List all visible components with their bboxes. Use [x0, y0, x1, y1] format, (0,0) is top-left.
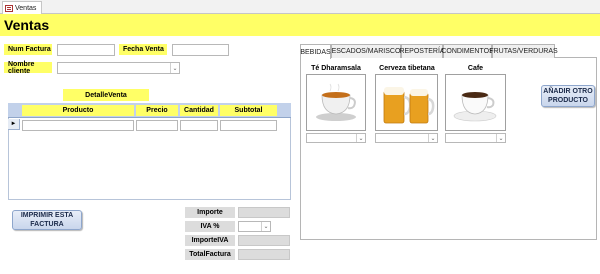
chevron-down-icon[interactable]: ⌄	[170, 63, 179, 73]
nombre-cliente-label: Nombre cliente	[4, 61, 52, 75]
nombre-cliente-combo[interactable]: ⌄	[57, 62, 180, 74]
detalle-venta-title: DetalleVenta	[63, 89, 149, 101]
product-name-te-dharamsala: Té Dharamsala	[311, 65, 361, 72]
total-factura-label: TotalFactura	[185, 249, 235, 260]
add-product-button[interactable]: AÑADIR OTRO PRODUCTO	[541, 85, 595, 107]
tab-reposteria[interactable]: REPOSTERÍA	[399, 44, 445, 58]
tab-frutas-verduras[interactable]: FRUTAS/VERDURAS	[489, 44, 558, 58]
importe-iva-value	[238, 235, 290, 246]
tea-cup-icon	[316, 83, 356, 121]
record-selector[interactable]: ►	[8, 119, 20, 130]
product-qty-combo-te-dharamsala[interactable]: ⌄	[306, 133, 366, 143]
document-tab-label: Ventas	[15, 4, 37, 12]
row-cantidad-cell[interactable]	[180, 120, 218, 131]
tab-pescados-mariscos[interactable]: PESCADOS/MARISCOS	[327, 44, 405, 58]
row-precio-cell[interactable]	[136, 120, 178, 131]
iva-label: IVA %	[185, 221, 235, 232]
chevron-down-icon[interactable]: ⌄	[496, 134, 505, 142]
product-image-te-dharamsala[interactable]	[306, 74, 366, 131]
print-invoice-button[interactable]: IMPRIMIR ESTA FACTURA	[12, 210, 82, 230]
num-factura-label: Num Factura	[4, 44, 52, 55]
fecha-venta-label: Fecha Venta	[119, 44, 167, 55]
coffee-cup-icon	[453, 91, 496, 121]
form-icon	[5, 4, 13, 12]
column-header-producto: Producto	[22, 105, 134, 116]
form-header	[0, 14, 600, 36]
chevron-down-icon[interactable]: ⌄	[428, 134, 437, 142]
product-name-cerveza-tibetana: Cerveza tibetana	[379, 65, 435, 72]
chevron-down-icon[interactable]: ⌄	[261, 222, 270, 231]
product-qty-combo-cerveza-tibetana[interactable]: ⌄	[375, 133, 438, 143]
importe-iva-label: ImporteIVA	[185, 235, 235, 246]
row-producto-cell[interactable]	[22, 120, 134, 131]
product-name-cafe: Cafe	[467, 65, 484, 72]
num-factura-field[interactable]	[57, 44, 115, 56]
document-tab-bar	[0, 0, 600, 14]
column-header-subtotal: Subtotal	[220, 105, 277, 116]
beer-mugs-icon	[383, 86, 434, 123]
column-header-precio: Precio	[136, 105, 178, 116]
page-title: Ventas	[4, 17, 50, 33]
importe-value	[238, 207, 290, 218]
tab-condimentos[interactable]: CONDIMENTOS	[441, 44, 494, 58]
record-selector-arrow: ►	[10, 121, 17, 127]
product-qty-combo-cafe[interactable]: ⌄	[445, 133, 506, 143]
importe-label: Importe	[185, 207, 235, 218]
iva-combo[interactable]: ⌄	[238, 221, 271, 232]
document-tab-ventas[interactable]: Ventas	[2, 1, 42, 14]
product-image-cafe[interactable]	[445, 74, 506, 131]
chevron-down-icon[interactable]: ⌄	[356, 134, 365, 142]
tab-bebidas[interactable]: BEBIDAS	[300, 44, 331, 59]
column-header-cantidad: Cantidad	[180, 105, 218, 116]
row-subtotal-cell[interactable]	[220, 120, 277, 131]
fecha-venta-field[interactable]	[172, 44, 229, 56]
total-factura-value	[238, 249, 290, 260]
product-image-cerveza-tibetana[interactable]	[375, 74, 438, 131]
